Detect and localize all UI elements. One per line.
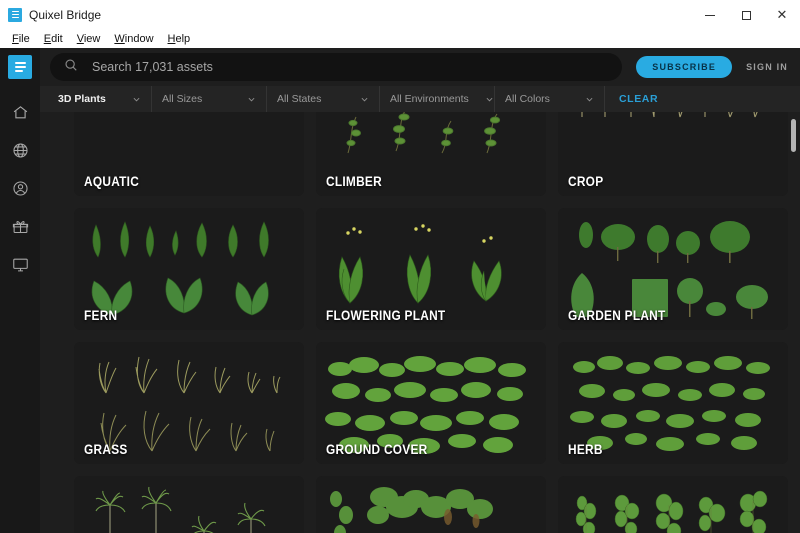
- sign-in-button[interactable]: SIGN IN: [746, 62, 788, 72]
- category-card-palm[interactable]: [74, 476, 304, 533]
- chevron-down-icon: [569, 95, 594, 104]
- card-thumbnail-leafy: [558, 476, 788, 533]
- category-card-fern[interactable]: FERN: [74, 208, 304, 330]
- sidebar: [0, 48, 40, 533]
- menu-file-label: ile: [18, 32, 30, 45]
- subscribe-button[interactable]: SUBSCRIBE: [636, 56, 733, 78]
- sidebar-item-account[interactable]: [3, 171, 37, 205]
- filter-size[interactable]: All Sizes: [152, 86, 267, 112]
- main-panel: SUBSCRIBE SIGN IN 3D Plants All Sizes Al…: [40, 48, 800, 533]
- filter-environment[interactable]: All Environments: [380, 86, 495, 112]
- category-card-grass[interactable]: GRASS: [74, 342, 304, 464]
- category-card-leafy[interactable]: [558, 476, 788, 533]
- filter-category-label: 3D Plants: [58, 93, 106, 105]
- category-card-flowering[interactable]: FLOWERING PLANT: [316, 208, 546, 330]
- filter-category[interactable]: 3D Plants: [48, 86, 152, 112]
- bridge-logo-icon[interactable]: [8, 55, 32, 79]
- menu-help[interactable]: Help: [161, 30, 198, 48]
- filter-size-label: All Sizes: [162, 93, 203, 105]
- monitor-icon: [12, 256, 29, 273]
- filter-bar: 3D Plants All Sizes All States All Envir…: [40, 86, 800, 112]
- menu-edit-label: dit: [51, 32, 63, 45]
- category-card-aquatic[interactable]: AQUATIC: [74, 112, 304, 196]
- search-field[interactable]: [50, 53, 623, 81]
- chevron-down-icon: [231, 95, 256, 104]
- menubar: File Edit View Window Help: [0, 30, 800, 48]
- window-title: Quixel Bridge: [29, 8, 102, 22]
- sidebar-item-offers[interactable]: [3, 209, 37, 243]
- card-label: HERB: [568, 442, 603, 457]
- sidebar-item-explore[interactable]: [3, 133, 37, 167]
- account-icon: [12, 180, 29, 197]
- sidebar-item-home[interactable]: [3, 95, 37, 129]
- minimize-button[interactable]: [692, 0, 728, 30]
- menu-edit[interactable]: Edit: [37, 30, 70, 48]
- chevron-down-icon: [344, 95, 369, 104]
- card-label: FLOWERING PLANT: [326, 308, 446, 323]
- card-label: CROP: [568, 174, 604, 189]
- window-controls: ✕: [692, 0, 800, 30]
- menu-view[interactable]: View: [70, 30, 108, 48]
- menu-window[interactable]: Window: [107, 30, 160, 48]
- card-label: CLIMBER: [326, 174, 382, 189]
- card-label: GROUND COVER: [326, 442, 428, 457]
- asset-grid-container: AQUATIC CLIMBER CROP FERN FLOWERING PLAN…: [40, 112, 800, 533]
- card-label: GARDEN PLANT: [568, 308, 666, 323]
- filter-color[interactable]: All Colors: [495, 86, 605, 112]
- menu-help-label: elp: [175, 32, 191, 45]
- clear-filters-button[interactable]: CLEAR: [605, 93, 672, 105]
- category-card-shrub[interactable]: [316, 476, 546, 533]
- category-card-garden[interactable]: GARDEN PLANT: [558, 208, 788, 330]
- filter-state[interactable]: All States: [267, 86, 380, 112]
- asset-grid: AQUATIC CLIMBER CROP FERN FLOWERING PLAN…: [40, 112, 800, 533]
- filter-environment-label: All Environments: [390, 93, 469, 105]
- category-card-herb[interactable]: HERB: [558, 342, 788, 464]
- scrollbar-thumb[interactable]: [791, 119, 796, 152]
- gift-icon: [12, 218, 29, 235]
- card-thumbnail-palm: [74, 476, 304, 533]
- close-button[interactable]: ✕: [764, 0, 800, 30]
- search-icon: [64, 58, 78, 77]
- category-card-climber[interactable]: CLIMBER: [316, 112, 546, 196]
- category-card-crop[interactable]: CROP: [558, 112, 788, 196]
- app-logo-icon: [8, 8, 22, 22]
- card-label: FERN: [84, 308, 118, 323]
- menu-window-label: indow: [124, 32, 154, 45]
- topbar: SUBSCRIBE SIGN IN: [40, 48, 800, 86]
- chevron-down-icon: [116, 95, 141, 104]
- category-card-groundcover[interactable]: GROUND COVER: [316, 342, 546, 464]
- globe-icon: [12, 142, 29, 159]
- app-body: SUBSCRIBE SIGN IN 3D Plants All Sizes Al…: [0, 48, 800, 533]
- filter-state-label: All States: [277, 93, 322, 105]
- sidebar-item-local[interactable]: [3, 247, 37, 281]
- vertical-scrollbar[interactable]: [791, 112, 796, 533]
- search-input[interactable]: [92, 60, 609, 74]
- menu-view-label: iew: [83, 32, 101, 45]
- maximize-button[interactable]: [728, 0, 764, 30]
- menu-file[interactable]: File: [5, 30, 37, 48]
- chevron-down-icon: [469, 95, 494, 104]
- card-label: AQUATIC: [84, 174, 140, 189]
- home-icon: [12, 104, 29, 121]
- card-thumbnail-shrub: [316, 476, 546, 533]
- card-label: GRASS: [84, 442, 128, 457]
- window-titlebar: Quixel Bridge ✕: [0, 0, 800, 30]
- filter-color-label: All Colors: [505, 93, 550, 105]
